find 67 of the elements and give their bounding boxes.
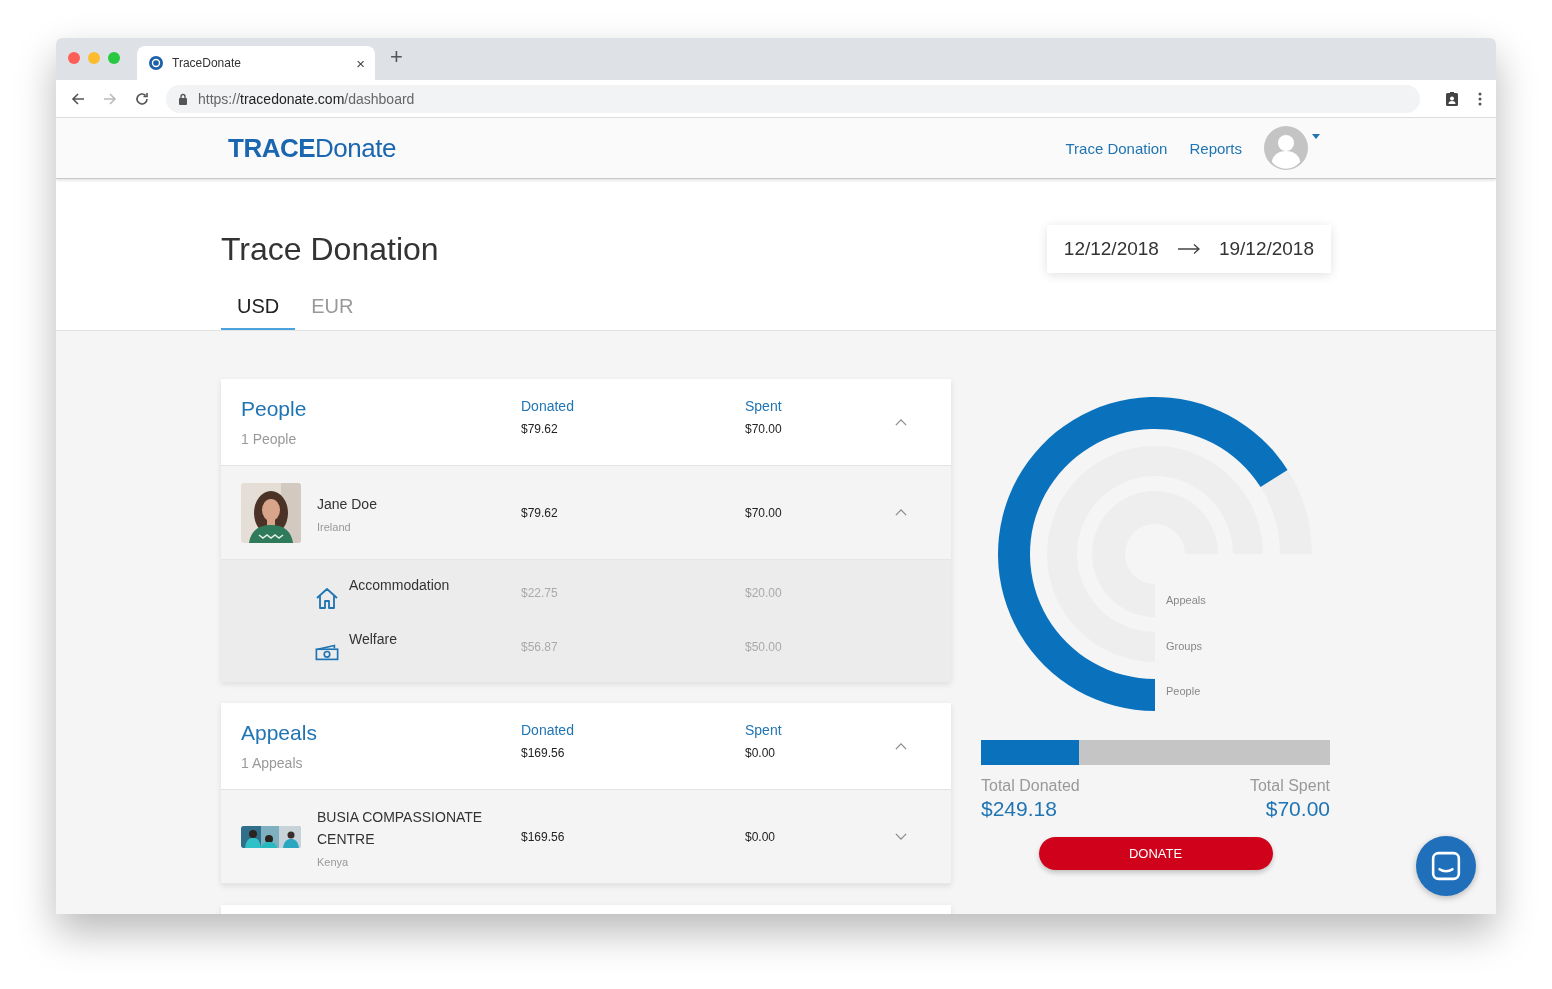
menu-icon[interactable]: [1478, 90, 1482, 107]
currency-tab[interactable]: EUR: [295, 291, 370, 330]
spent-amount: $50.00: [745, 640, 783, 654]
lock-icon: [178, 92, 188, 105]
page-title: Trace Donation: [221, 230, 439, 268]
new-tab-button[interactable]: +: [390, 44, 403, 70]
back-icon[interactable]: [70, 90, 86, 107]
total-value: $249.18: [981, 797, 1058, 821]
total-label: Total Donated: [981, 777, 1080, 795]
chevron-up-icon[interactable]: [895, 509, 907, 516]
donated-amount: $169.56: [521, 829, 566, 844]
column-label: Donated: [521, 398, 575, 414]
section-count: 1 Appeals: [241, 755, 304, 771]
tab-title: TraceDonate: [172, 56, 242, 70]
item-name: BUSIA COMPASSIONATE CENTRE: [317, 807, 484, 849]
chart-label: Appeals: [1166, 594, 1206, 606]
chat-button[interactable]: [1416, 836, 1476, 896]
donate-button[interactable]: DONATE: [1038, 837, 1273, 870]
column-label: Donated: [521, 722, 575, 738]
category-name: Accommodation: [349, 577, 450, 593]
donated-amount: $56.87: [521, 640, 559, 654]
caret-icon[interactable]: [1312, 134, 1320, 139]
chevron-down-icon[interactable]: [895, 833, 907, 840]
donated-amount: $79.62: [521, 505, 559, 520]
logo[interactable]: TRACEDonate: [228, 132, 396, 164]
badge-icon[interactable]: [1444, 90, 1460, 107]
nav-link[interactable]: Trace Donation: [1065, 139, 1168, 157]
category-name: Welfare: [349, 631, 397, 647]
end-date: 19/12/2018: [1218, 238, 1314, 260]
item-location: Kenya: [317, 855, 350, 868]
reload-icon[interactable]: [134, 90, 150, 107]
browser-tab[interactable]: TraceDonate ×: [137, 46, 375, 80]
total-value: $70.00: [1265, 797, 1330, 821]
column-label: Spent: [745, 722, 783, 738]
chart-label: People: [1166, 685, 1201, 697]
spent-amount: $0.00: [745, 829, 777, 844]
spent-amount: $70.00: [745, 505, 783, 520]
chevron-up-icon[interactable]: [895, 742, 907, 750]
section-title: People: [241, 397, 308, 421]
address-bar[interactable]: https://tracedonate.com/dashboard: [166, 84, 1420, 113]
spent-amount: $0.00: [745, 746, 777, 760]
zoom-window-button[interactable]: [108, 52, 120, 64]
donated-amount: $169.56: [521, 746, 566, 760]
section-count: 1 People: [241, 431, 298, 447]
house-icon: [315, 587, 339, 609]
forward-icon[interactable]: [102, 90, 118, 107]
chat-icon: [1431, 851, 1461, 881]
item-name: Jane Doe: [317, 494, 377, 514]
item-location: Ireland: [317, 520, 352, 533]
favicon-icon: [149, 56, 163, 70]
donated-amount: $79.62: [521, 422, 559, 436]
currency-tab[interactable]: USD: [221, 291, 296, 330]
close-tab-button[interactable]: ×: [356, 54, 365, 72]
start-date: 12/12/2018: [1063, 238, 1159, 260]
spent-amount: $20.00: [745, 586, 783, 600]
date-range-picker[interactable]: 12/12/2018 19/12/2018: [1046, 225, 1331, 273]
total-label: Total Spent: [1249, 777, 1330, 795]
donated-amount: $22.75: [521, 586, 559, 600]
nav-link[interactable]: Reports: [1189, 139, 1242, 157]
close-window-button[interactable]: [68, 52, 80, 64]
chart-label: Groups: [1166, 639, 1203, 652]
spent-amount: $70.00: [745, 422, 783, 436]
column-label: Spent: [745, 398, 783, 414]
arrow-icon: [1176, 243, 1201, 255]
chevron-up-icon[interactable]: [895, 418, 907, 426]
url-text: https://tracedonate.com/dashboard: [198, 90, 415, 107]
section-title: Appeals: [241, 721, 318, 745]
